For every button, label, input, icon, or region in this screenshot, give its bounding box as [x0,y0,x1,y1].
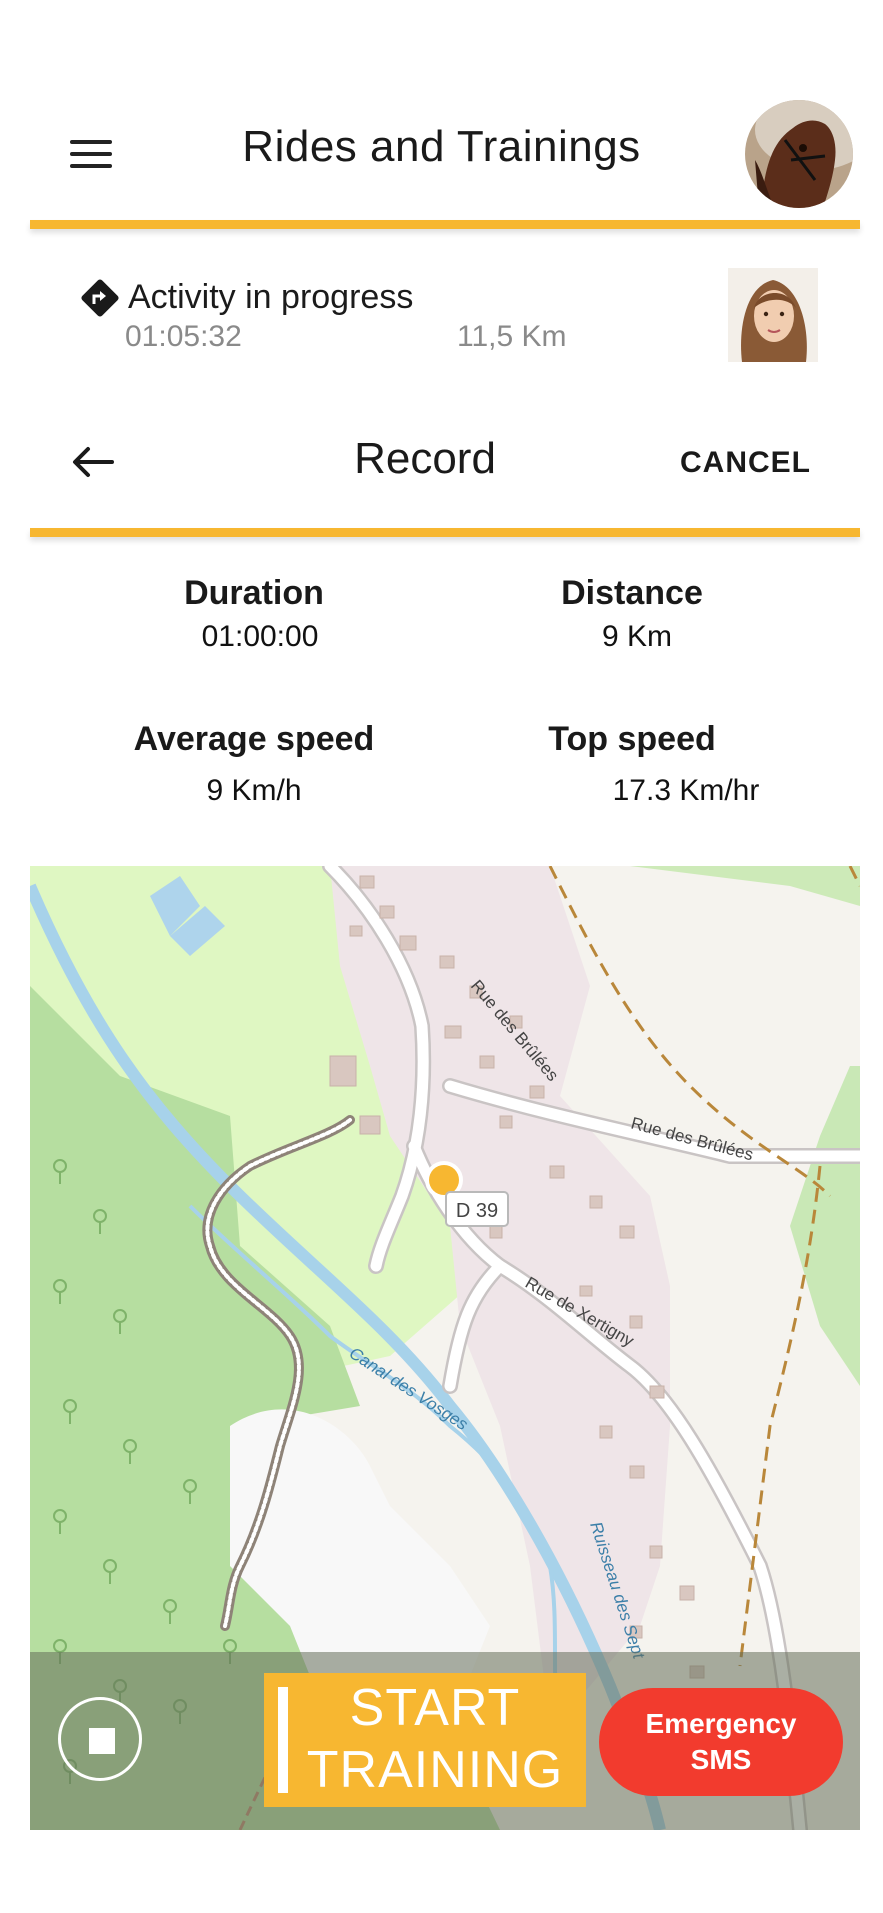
activity-elapsed: 01:05:32 [125,320,242,353]
average-speed-label: Average speed [133,720,375,758]
start-label-line2: TRAINING [306,1741,564,1799]
start-training-button[interactable]: START TRAINING [264,1673,586,1807]
header-divider [30,220,860,229]
cancel-button[interactable]: CANCEL [680,446,811,480]
duration-label: Duration [184,574,324,612]
rider-avatar[interactable] [728,268,818,362]
directions-icon [80,278,120,318]
distance-value: 9 Km [601,620,673,653]
sms-label-line2: SMS [690,1744,752,1775]
emergency-sms-button[interactable]: Emergency SMS [599,1688,843,1796]
horse-avatar[interactable] [745,100,853,208]
activity-label: Activity in progress [128,278,414,316]
activity-distance: 11,5 Km [457,320,567,353]
record-divider [30,528,860,537]
average-speed-value: 9 Km/h [206,774,302,807]
top-speed-value: 17.3 Km/hr [612,774,760,807]
stop-button[interactable] [58,1697,142,1781]
duration-value: 01:00:00 [201,620,319,653]
stop-icon [89,1728,115,1754]
road-badge: D 39 [456,1200,498,1222]
top-speed-label: Top speed [548,720,716,758]
start-label-line1: START [349,1679,521,1737]
distance-label: Distance [561,574,703,612]
sms-label-line1: Emergency [645,1708,797,1739]
